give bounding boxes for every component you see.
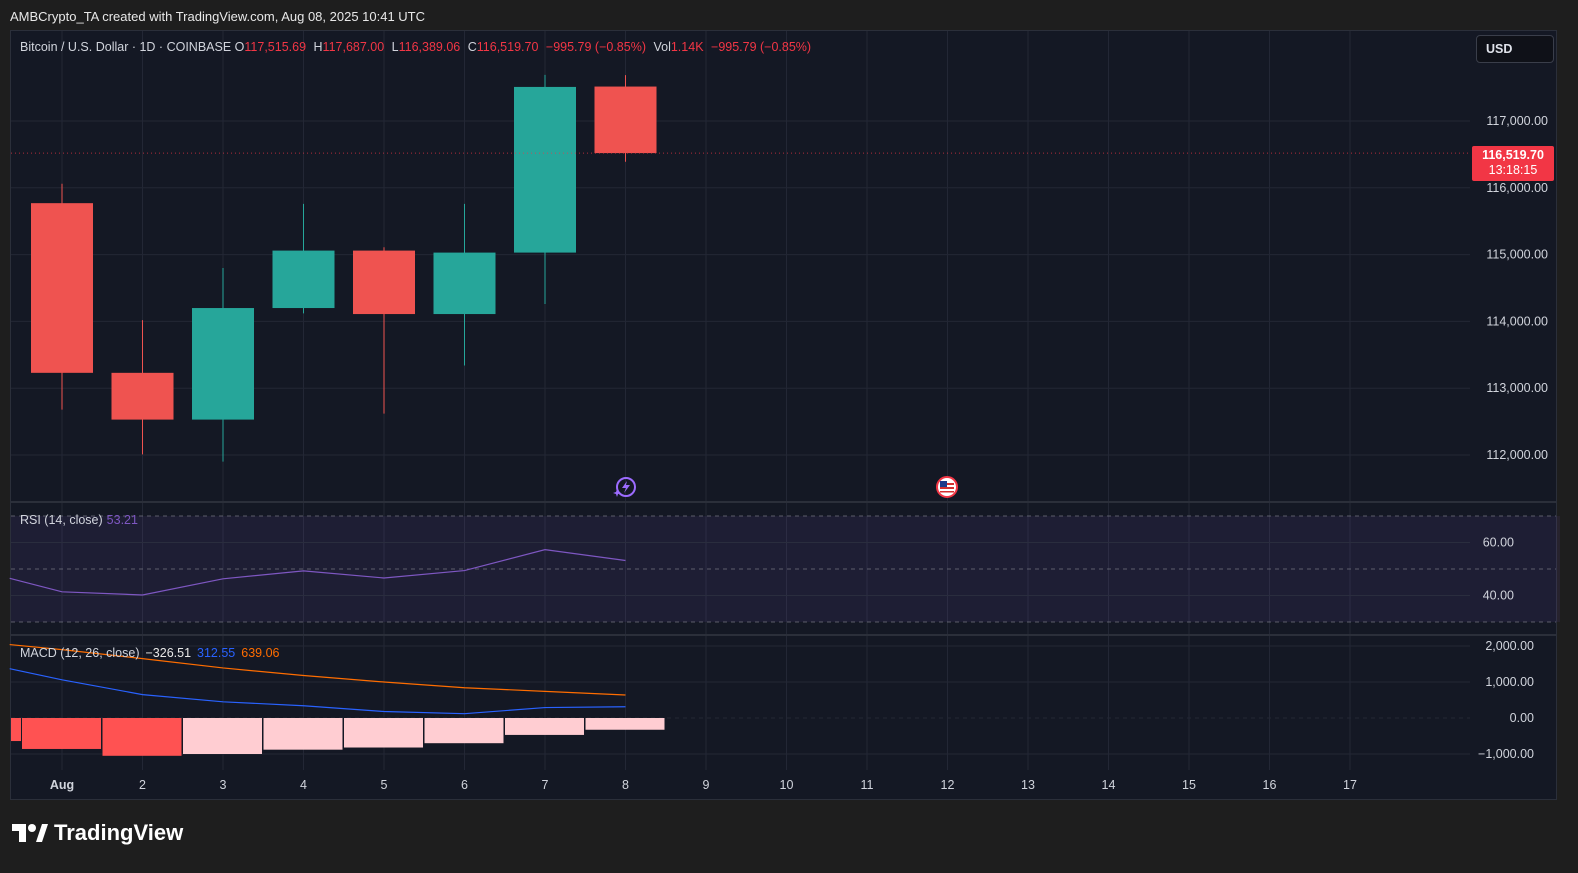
rsi-value: 53.21 bbox=[106, 513, 138, 527]
macd-histogram-bar bbox=[183, 718, 262, 754]
price-change: −995.79 (−0.85%) bbox=[545, 40, 646, 54]
tradingview-logo: TradingView bbox=[12, 820, 183, 846]
candle-body bbox=[594, 86, 657, 154]
macd-histogram-bar bbox=[102, 718, 182, 756]
time-axis-label: 3 bbox=[220, 778, 227, 792]
rsi-axis-label: 60.00 bbox=[1483, 536, 1514, 550]
time-axis-label: 10 bbox=[780, 778, 794, 792]
time-axis-label: 8 bbox=[622, 778, 629, 792]
price-axis-label: 114,000.00 bbox=[1486, 314, 1548, 328]
macd-histogram-bar bbox=[505, 718, 584, 735]
time-axis-label: 6 bbox=[461, 778, 468, 792]
lightning-icon[interactable] bbox=[613, 476, 636, 498]
macd-histogram-bar bbox=[344, 718, 423, 748]
macd-histogram-bar bbox=[22, 718, 101, 749]
rsi-axis-label: 40.00 bbox=[1483, 589, 1514, 603]
time-axis-label: 14 bbox=[1102, 778, 1116, 792]
tradingview-logo-icon bbox=[12, 824, 48, 842]
chart-svg[interactable]: 112,000.00113,000.00114,000.00115,000.00… bbox=[0, 0, 1578, 873]
time-axis-label: 12 bbox=[941, 778, 955, 792]
time-axis-label: 13 bbox=[1021, 778, 1035, 792]
price-axis-label: 117,000.00 bbox=[1486, 114, 1548, 128]
time-axis-label: Aug bbox=[50, 778, 74, 792]
volume-label: Vol bbox=[653, 40, 671, 54]
last-price-tag: 116,519.70 13:18:15 bbox=[1472, 146, 1554, 181]
time-axis-label: 17 bbox=[1343, 778, 1357, 792]
open-label: O bbox=[234, 40, 245, 54]
open-value: 117,515.69 bbox=[244, 40, 307, 54]
macd-hist-value: −326.51 bbox=[145, 646, 192, 660]
time-axis-label: 15 bbox=[1182, 778, 1196, 792]
macd-histogram-bar bbox=[424, 718, 504, 744]
time-axis-label: 9 bbox=[703, 778, 710, 792]
macd-axis-label: 1,000.00 bbox=[1485, 675, 1534, 689]
symbol-name: Bitcoin / U.S. Dollar · 1D · COINBASE bbox=[20, 40, 232, 54]
rsi-label: RSI (14, close) bbox=[20, 513, 103, 527]
candle-body bbox=[111, 372, 174, 420]
time-axis-label: 16 bbox=[1263, 778, 1277, 792]
close-value: 116,519.70 bbox=[476, 40, 539, 54]
price-axis-label: 116,000.00 bbox=[1486, 181, 1548, 195]
candle-body bbox=[353, 250, 415, 315]
macd-signal-value: 639.06 bbox=[241, 646, 280, 660]
low-label: L bbox=[391, 40, 399, 54]
volume-change: −995.79 (−0.85%) bbox=[711, 40, 812, 54]
time-axis-label: 4 bbox=[300, 778, 307, 792]
time-axis-label: 7 bbox=[542, 778, 549, 792]
price-axis-label: 115,000.00 bbox=[1486, 248, 1548, 262]
time-axis-label: 5 bbox=[381, 778, 388, 792]
currency-button[interactable]: USD bbox=[1476, 35, 1554, 63]
volume-value: 1.14K bbox=[670, 40, 704, 54]
macd-histogram-bar bbox=[263, 718, 343, 750]
macd-axis-label: 2,000.00 bbox=[1485, 639, 1534, 653]
high-value: 117,687.00 bbox=[322, 40, 385, 54]
candle-body bbox=[514, 86, 576, 253]
symbol-legend: Bitcoin / U.S. Dollar · 1D · COINBASE O1… bbox=[20, 40, 811, 54]
macd-axis-label: −1,000.00 bbox=[1478, 747, 1534, 761]
brand-name: TradingView bbox=[54, 820, 184, 845]
candle-body bbox=[272, 250, 335, 309]
rsi-legend: RSI (14, close) 53.21 bbox=[20, 513, 138, 527]
macd-histogram-bar bbox=[11, 718, 21, 742]
high-label: H bbox=[313, 40, 323, 54]
us-flag-icon[interactable] bbox=[936, 476, 958, 498]
last-price: 116,519.70 bbox=[1482, 148, 1544, 162]
candle-body bbox=[433, 252, 496, 315]
candle-body bbox=[31, 203, 93, 373]
low-value: 116,389.06 bbox=[398, 40, 461, 54]
macd-axis-label: 0.00 bbox=[1510, 711, 1534, 725]
price-axis-label: 113,000.00 bbox=[1486, 381, 1548, 395]
time-axis-label: 11 bbox=[861, 778, 874, 792]
price-axis-label: 112,000.00 bbox=[1486, 448, 1548, 462]
bar-countdown: 13:18:15 bbox=[1488, 163, 1538, 177]
close-label: C bbox=[467, 40, 477, 54]
macd-legend: MACD (12, 26, close) −326.51 312.55 639.06 bbox=[20, 646, 280, 660]
candle-body bbox=[192, 308, 254, 420]
macd-histogram-bar bbox=[585, 718, 665, 730]
macd-line-value: 312.55 bbox=[197, 646, 236, 660]
time-axis-label: 2 bbox=[139, 778, 146, 792]
macd-label: MACD (12, 26, close) bbox=[20, 646, 140, 660]
